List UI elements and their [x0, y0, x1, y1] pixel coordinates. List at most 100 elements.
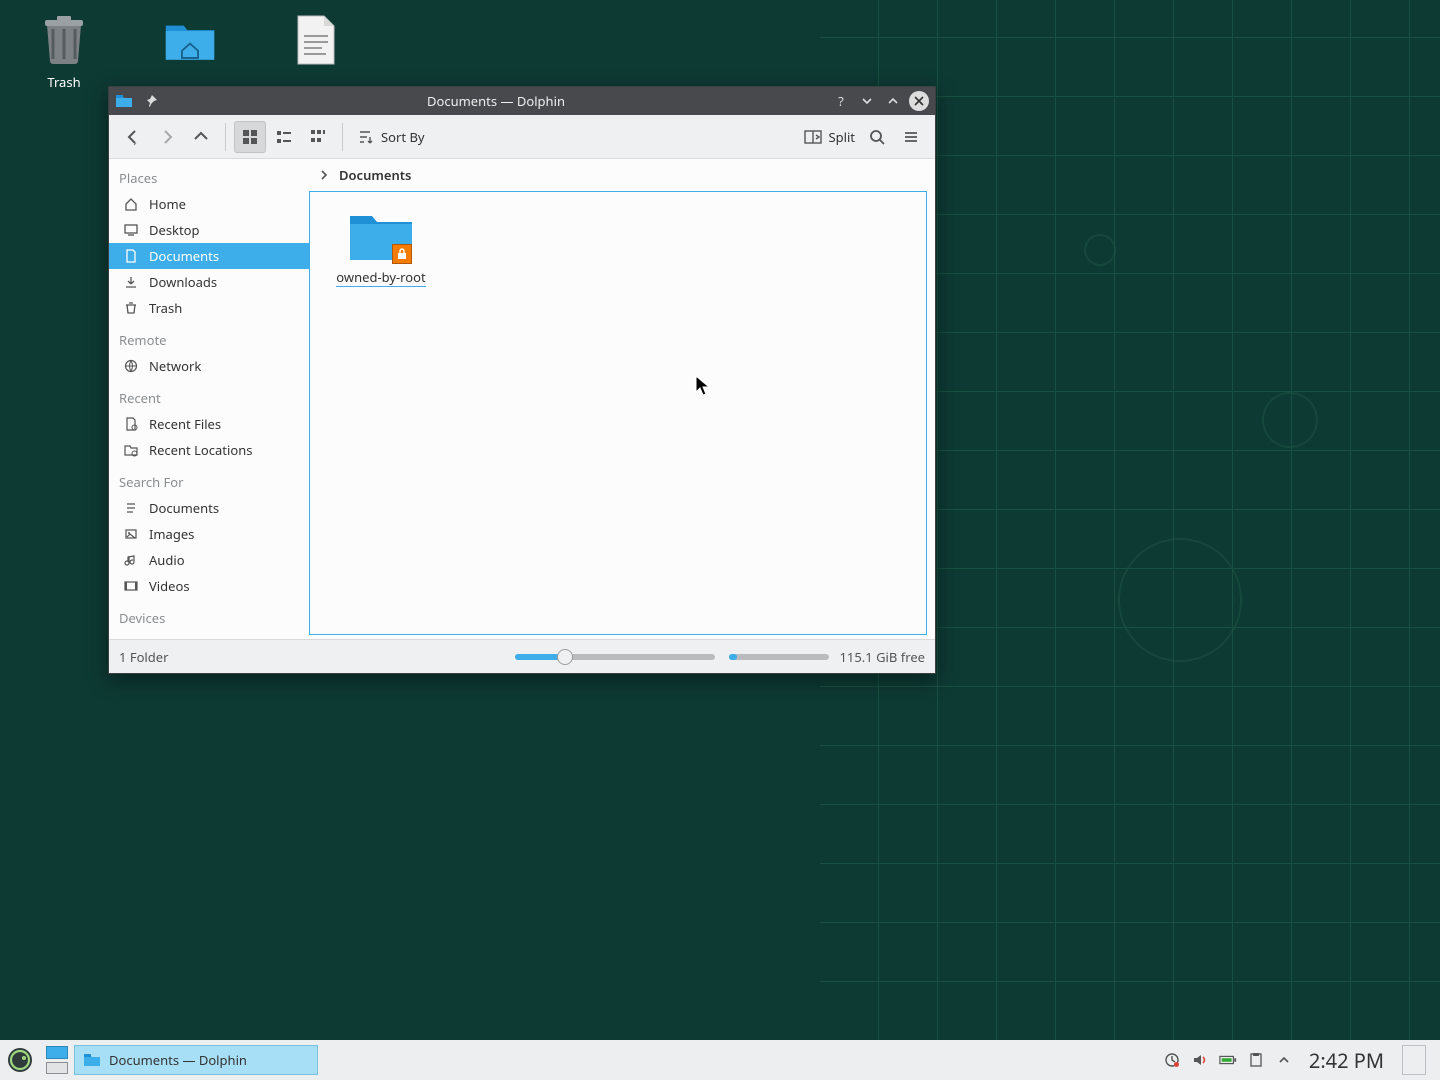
trash-icon [38, 14, 90, 66]
side-section-devices: Devices [109, 599, 309, 631]
desktop-icon-home[interactable] [150, 14, 230, 72]
dolphin-window: Documents — Dolphin ? [108, 86, 936, 674]
folder-locked-icon [348, 208, 414, 262]
sidebar-item-search-videos[interactable]: Videos [109, 573, 309, 599]
view-details-button[interactable] [302, 121, 334, 153]
images-icon [123, 526, 139, 542]
taskbar: Documents — Dolphin 2:42 PM [0, 1040, 1440, 1080]
home-folder-icon [164, 14, 216, 66]
breadcrumb-current: Documents [339, 166, 411, 184]
side-section-remote: Remote [109, 321, 309, 353]
recent-files-icon [123, 416, 139, 432]
sidebar-item-label: Downloads [149, 273, 217, 291]
application-launcher[interactable] [0, 1040, 40, 1080]
zoom-slider[interactable] [515, 654, 715, 660]
side-section-searchfor: Search For [109, 463, 309, 495]
split-icon [804, 129, 822, 145]
file-label: owned-by-root [336, 268, 425, 287]
split-view-button[interactable]: Split [800, 128, 859, 146]
minimize-button[interactable] [857, 91, 877, 111]
sidebar-item-documents[interactable]: Documents [109, 243, 309, 269]
sidebar-item-downloads[interactable]: Downloads [109, 269, 309, 295]
sidebar-item-recent-files[interactable]: Recent Files [109, 411, 309, 437]
sidebar-item-search-documents[interactable]: Documents [109, 495, 309, 521]
pager-desktop-2[interactable] [46, 1062, 68, 1075]
clock[interactable]: 2:42 PM [1309, 1047, 1384, 1074]
lock-icon [392, 244, 412, 264]
sidebar-item-trash[interactable]: Trash [109, 295, 309, 321]
desktop-icon-trash[interactable]: Trash [24, 14, 104, 92]
sidebar-item-hard-drive[interactable]: 124.5 GiB Hard Drive [109, 631, 309, 639]
split-label: Split [828, 128, 855, 146]
chevron-right-icon [319, 170, 329, 180]
sidebar-item-label: Recent Files [149, 415, 221, 433]
sidebar-item-label: Home [149, 195, 186, 213]
main-view: Documents owned-by-root [309, 159, 935, 639]
sidebar-item-search-audio[interactable]: Audio [109, 547, 309, 573]
sidebar-item-label: Documents [149, 499, 219, 517]
documents-icon [123, 248, 139, 264]
documents-search-icon [123, 500, 139, 516]
tray-expand-icon[interactable] [1275, 1051, 1293, 1069]
battery-icon[interactable] [1219, 1051, 1237, 1069]
sidebar-item-label: Videos [149, 577, 190, 595]
disk-space-indicator: 115.1 GiB free [729, 648, 925, 666]
pager-desktop-1[interactable] [46, 1046, 68, 1059]
side-section-recent: Recent [109, 379, 309, 411]
pin-icon[interactable] [141, 91, 161, 111]
titlebar[interactable]: Documents — Dolphin ? [109, 87, 935, 115]
view-compact-button[interactable] [268, 121, 300, 153]
sidebar-item-label: Recent Locations [149, 441, 252, 459]
audio-icon [123, 552, 139, 568]
task-dolphin[interactable]: Documents — Dolphin [74, 1045, 318, 1075]
clipboard-icon[interactable] [1247, 1051, 1265, 1069]
sidebar-item-desktop[interactable]: Desktop [109, 217, 309, 243]
sidebar-item-label: Network [149, 357, 201, 375]
statusbar: 1 Folder 115.1 GiB free [109, 639, 935, 673]
close-button[interactable] [909, 91, 929, 111]
task-label: Documents — Dolphin [109, 1051, 247, 1069]
desktop-icon-textfile[interactable] [276, 14, 356, 72]
sidebar-item-label: Images [149, 525, 194, 543]
search-button[interactable] [861, 121, 893, 153]
desktop-icon [123, 222, 139, 238]
nav-back-button[interactable] [117, 121, 149, 153]
folder-icon [83, 1053, 101, 1067]
file-view[interactable]: owned-by-root [309, 191, 927, 635]
sort-by-button[interactable]: Sort By [351, 128, 431, 146]
nav-up-button[interactable] [185, 121, 217, 153]
show-desktop-button[interactable] [1402, 1045, 1426, 1075]
file-item-owned-by-root[interactable]: owned-by-root [326, 208, 436, 287]
sort-icon [357, 129, 373, 145]
volume-icon[interactable] [1191, 1051, 1209, 1069]
sidebar-item-recent-locations[interactable]: Recent Locations [109, 437, 309, 463]
maximize-button[interactable] [883, 91, 903, 111]
hamburger-menu-button[interactable] [895, 121, 927, 153]
side-section-places: Places [109, 159, 309, 191]
text-file-icon [290, 14, 342, 66]
disk-free-label: 115.1 GiB free [839, 648, 925, 666]
nav-forward-button[interactable] [151, 121, 183, 153]
sidebar-item-search-images[interactable]: Images [109, 521, 309, 547]
places-panel: Places Home Desktop Documents Downloads … [109, 159, 309, 639]
sidebar-item-network[interactable]: Network [109, 353, 309, 379]
hamburger-icon [902, 128, 920, 146]
sidebar-item-label: Documents [149, 247, 219, 265]
updates-icon[interactable] [1163, 1051, 1181, 1069]
opensuse-icon [6, 1046, 34, 1074]
home-icon [123, 196, 139, 212]
view-icons-button[interactable] [234, 121, 266, 153]
breadcrumb[interactable]: Documents [309, 159, 935, 191]
pager[interactable] [46, 1046, 68, 1074]
help-button[interactable]: ? [831, 91, 851, 111]
system-tray: 2:42 PM [1163, 1045, 1440, 1075]
sidebar-item-home[interactable]: Home [109, 191, 309, 217]
disk-usage-bar [729, 654, 829, 660]
trash-icon [123, 300, 139, 316]
search-icon [868, 128, 886, 146]
toolbar-separator [342, 123, 343, 151]
sidebar-item-label: Desktop [149, 221, 200, 239]
sidebar-item-label: Trash [149, 299, 182, 317]
network-icon [123, 358, 139, 374]
videos-icon [123, 578, 139, 594]
